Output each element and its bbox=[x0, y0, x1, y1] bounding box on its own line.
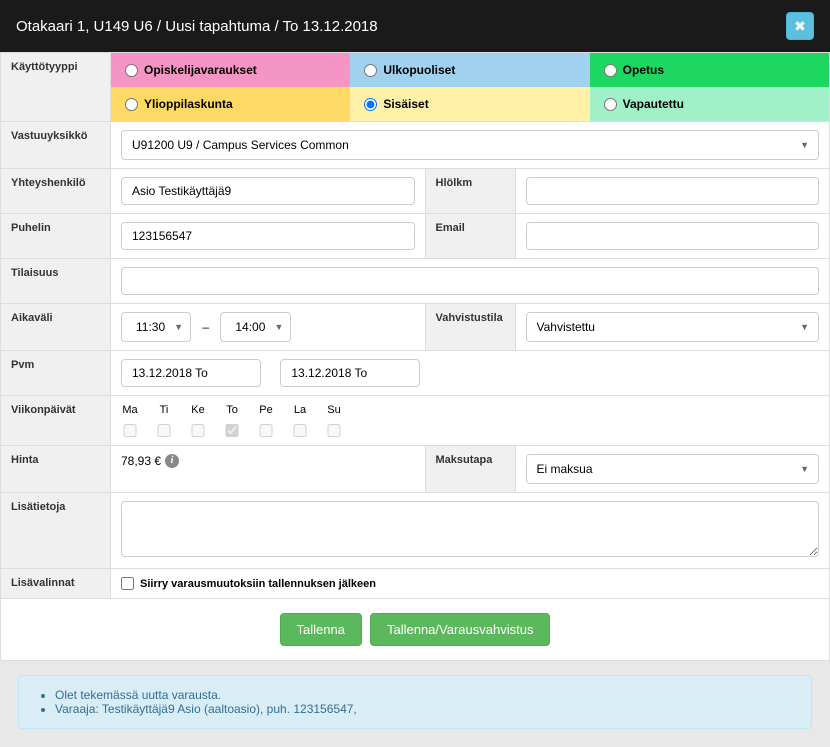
label-email: Email bbox=[425, 214, 515, 259]
weekday-pe[interactable] bbox=[257, 424, 275, 437]
weekday-la[interactable] bbox=[291, 424, 309, 437]
notes-textarea[interactable] bbox=[121, 501, 819, 557]
radio-teaching[interactable] bbox=[604, 64, 617, 77]
date-start-input[interactable] bbox=[121, 359, 261, 387]
label-payment-method: Maksutapa bbox=[425, 446, 515, 493]
extra-checkbox[interactable] bbox=[121, 577, 134, 590]
button-row: Tallenna Tallenna/Varausvahvistus bbox=[0, 599, 830, 661]
date-end-input[interactable] bbox=[280, 359, 420, 387]
label-extra: Lisävalinnat bbox=[1, 569, 111, 599]
usage-type-teaching[interactable]: Opetus bbox=[590, 53, 829, 87]
time-end-select[interactable]: 14:00 bbox=[220, 312, 291, 342]
radio-released[interactable] bbox=[604, 98, 617, 111]
label-phone: Puhelin bbox=[1, 214, 111, 259]
label-notes: Lisätietoja bbox=[1, 493, 111, 569]
info-line-1: Olet tekemässä uutta varausta. bbox=[55, 688, 793, 702]
time-start-select[interactable]: 11:30 bbox=[121, 312, 191, 342]
radio-internal[interactable] bbox=[364, 98, 377, 111]
radio-union[interactable] bbox=[125, 98, 138, 111]
close-icon: ✖ bbox=[794, 18, 806, 35]
label-department: Vastuuyksikkö bbox=[1, 122, 111, 169]
label-price: Hinta bbox=[1, 446, 111, 493]
contact-input[interactable] bbox=[121, 177, 415, 205]
modal-title: Otakaari 1, U149 U6 / Uusi tapahtuma / T… bbox=[16, 18, 378, 35]
department-select[interactable]: U91200 U9 / Campus Services Common bbox=[121, 130, 819, 160]
label-usage-type: Käyttötyyppi bbox=[1, 53, 111, 122]
form-table: Käyttötyyppi Opiskelijavaraukset Ulkopuo… bbox=[0, 52, 830, 599]
save-button[interactable]: Tallenna bbox=[280, 613, 362, 646]
label-hlolkm: Hlölkm bbox=[425, 169, 515, 214]
event-input[interactable] bbox=[121, 267, 819, 295]
extra-checkbox-row[interactable]: Siirry varausmuutoksiin tallennuksen jäl… bbox=[121, 577, 819, 590]
close-button[interactable]: ✖ bbox=[786, 12, 814, 40]
info-icon[interactable]: i bbox=[165, 454, 179, 468]
label-confirm-status: Vahvistustila bbox=[425, 304, 515, 351]
usage-type-external[interactable]: Ulkopuoliset bbox=[350, 53, 589, 87]
email-input[interactable] bbox=[526, 222, 820, 250]
label-contact: Yhteyshenkilö bbox=[1, 169, 111, 214]
radio-external[interactable] bbox=[364, 64, 377, 77]
info-line-2: Varaaja: Testikäyttäjä9 Asio (aaltoasio)… bbox=[55, 702, 793, 716]
save-confirm-button[interactable]: Tallenna/Varausvahvistus bbox=[370, 613, 550, 646]
info-panel: Olet tekemässä uutta varausta. Varaaja: … bbox=[18, 675, 812, 729]
weekday-labels: Ma Ti Ke To Pe La Su bbox=[121, 404, 819, 416]
modal-window: Otakaari 1, U149 U6 / Uusi tapahtuma / T… bbox=[0, 0, 830, 729]
usage-types-group: Opiskelijavaraukset Ulkopuoliset Opetus … bbox=[111, 53, 829, 121]
label-event: Tilaisuus bbox=[1, 259, 111, 304]
price-value: 78,93 € i bbox=[121, 454, 415, 468]
usage-type-internal[interactable]: Sisäiset bbox=[350, 87, 589, 121]
weekday-checkboxes bbox=[121, 424, 819, 437]
usage-type-student[interactable]: Opiskelijavaraukset bbox=[111, 53, 350, 87]
weekday-to[interactable] bbox=[223, 424, 241, 437]
label-timespan: Aikaväli bbox=[1, 304, 111, 351]
weekday-ti[interactable] bbox=[155, 424, 173, 437]
time-separator: – bbox=[202, 320, 209, 334]
usage-type-released[interactable]: Vapautettu bbox=[590, 87, 829, 121]
label-weekdays: Viikonpäivät bbox=[1, 396, 111, 446]
payment-method-select[interactable]: Ei maksua bbox=[526, 454, 820, 484]
radio-student[interactable] bbox=[125, 64, 138, 77]
hlolkm-input[interactable] bbox=[526, 177, 820, 205]
phone-input[interactable] bbox=[121, 222, 415, 250]
weekday-su[interactable] bbox=[325, 424, 343, 437]
confirm-status-select[interactable]: Vahvistettu bbox=[526, 312, 820, 342]
label-date: Pvm bbox=[1, 351, 111, 396]
usage-type-union[interactable]: Ylioppilaskunta bbox=[111, 87, 350, 121]
weekday-ke[interactable] bbox=[189, 424, 207, 437]
modal-header: Otakaari 1, U149 U6 / Uusi tapahtuma / T… bbox=[0, 0, 830, 52]
weekday-ma[interactable] bbox=[121, 424, 139, 437]
